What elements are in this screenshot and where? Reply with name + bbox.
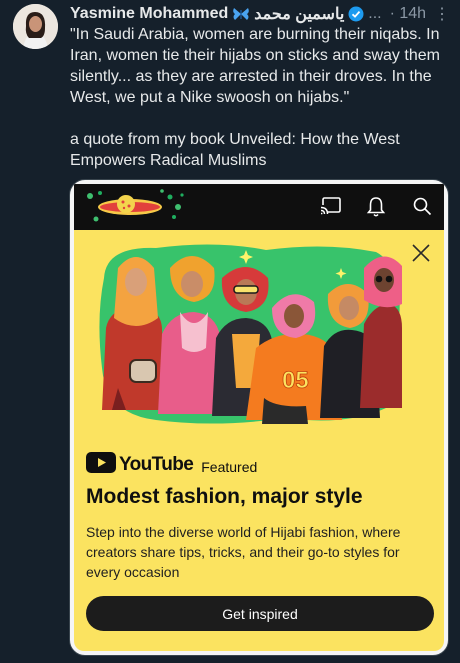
verified-icon bbox=[348, 6, 364, 22]
promo-description: Step into the diverse world of Hijabi fa… bbox=[86, 524, 401, 580]
youtube-doodle-logo bbox=[87, 189, 184, 222]
hijabi-fashion-illustration: 05 bbox=[99, 244, 402, 424]
featured-label: Featured bbox=[201, 458, 258, 475]
youtube-logo-icon bbox=[86, 452, 116, 478]
cast-icon[interactable] bbox=[320, 196, 342, 221]
promo-title: Modest fashion, major style bbox=[86, 485, 363, 508]
youtube-promo-panel: 05 YouTube Featured Modest fashion, majo… bbox=[74, 230, 444, 651]
close-icon[interactable] bbox=[412, 244, 430, 267]
jersey-number: 05 bbox=[282, 367, 309, 394]
tweet-paragraph: a quote from my book Unveiled: How the W… bbox=[70, 131, 400, 169]
media-card[interactable]: 05 YouTube Featured Modest fashion, majo… bbox=[69, 179, 449, 656]
tweet-header: Yasmine Mohammed ياسمين محمد ... · 14h ⋮ bbox=[70, 3, 450, 25]
youtube-top-bar bbox=[74, 184, 444, 230]
avatar[interactable] bbox=[13, 4, 58, 49]
author-name[interactable]: Yasmine Mohammed bbox=[70, 5, 228, 23]
get-inspired-button[interactable]: Get inspired bbox=[86, 596, 434, 631]
youtube-brand: YouTube Featured bbox=[86, 452, 257, 478]
search-icon[interactable] bbox=[412, 196, 432, 221]
more-icon[interactable]: ⋮ bbox=[434, 4, 450, 24]
author-arabic-name[interactable]: ياسمين محمد bbox=[254, 4, 344, 24]
tweet-time[interactable]: · 14h bbox=[390, 5, 426, 23]
youtube-wordmark: YouTube bbox=[119, 454, 194, 475]
name-truncation: ... bbox=[368, 5, 382, 22]
bell-icon[interactable] bbox=[366, 196, 386, 223]
tweet-text: "In Saudi Arabia, women are burning thei… bbox=[70, 24, 454, 171]
tweet-paragraph: "In Saudi Arabia, women are burning thei… bbox=[70, 26, 440, 106]
butterfly-icon bbox=[232, 7, 250, 21]
